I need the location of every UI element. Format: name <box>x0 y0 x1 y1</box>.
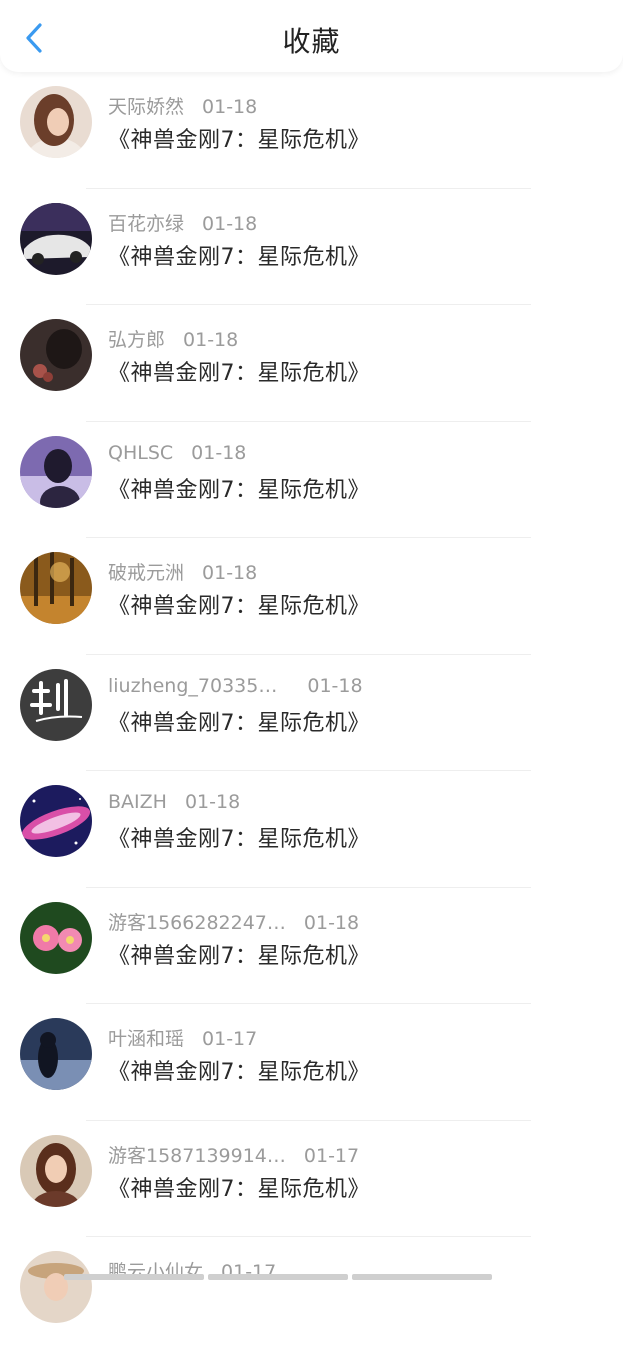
username[interactable]: 叶涵和瑶 <box>108 1028 184 1050</box>
date: 01-18 <box>184 791 241 813</box>
username[interactable]: liuzheng_70335… <box>108 675 277 697</box>
username[interactable]: 破戒元洲 <box>108 562 184 584</box>
avatar[interactable] <box>20 202 92 275</box>
item-meta: 百花亦绿 01-18 <box>108 209 257 236</box>
movie-title[interactable]: 《神兽金刚7：星际危机》 <box>108 355 370 387</box>
page-title: 收藏 <box>282 25 341 58</box>
date: 01-18 <box>202 562 258 584</box>
top-bar: 收藏 <box>0 0 623 72</box>
list-item[interactable]: liuzheng_70335… 01-18 《神兽金刚7：星际危机》 <box>0 655 623 771</box>
date: 01-18 <box>191 441 247 464</box>
username[interactable]: 游客1566282247… <box>108 912 286 934</box>
indicator-segment <box>64 1274 204 1280</box>
item-meta: 游客1566282247… 01-18 <box>108 908 359 935</box>
item-meta: 叶涵和瑶 01-17 <box>108 1024 257 1051</box>
movie-title[interactable]: 《神兽金刚7：星际危机》 <box>108 705 370 737</box>
item-meta: QHLSC 01-18 <box>108 442 246 464</box>
list-item[interactable]: QHLSC 01-18 《神兽金刚7：星际危机》 <box>0 422 623 538</box>
list-item[interactable]: 鹏云小仙女 01-17 <box>0 1237 623 1354</box>
item-meta: BAIZH 01-18 <box>108 791 240 813</box>
username[interactable]: 弘方郎 <box>108 329 165 351</box>
item-meta: 天际娇然 01-18 <box>108 92 257 119</box>
date: 01-17 <box>303 1144 360 1167</box>
item-meta: liuzheng_70335… 01-18 <box>108 675 363 697</box>
username[interactable]: QHLSC <box>108 442 173 464</box>
list-item[interactable]: 弘方郎 01-18 《神兽金刚7：星际危机》 <box>0 305 623 422</box>
date: 01-18 <box>307 674 363 697</box>
avatar[interactable] <box>20 785 92 857</box>
avatar[interactable] <box>20 1018 92 1090</box>
avatar[interactable] <box>20 319 92 391</box>
date: 01-18 <box>202 96 258 118</box>
username[interactable]: 天际娇然 <box>108 96 184 118</box>
list-item[interactable]: 游客1587139914… 01-17 《神兽金刚7：星际危机》 <box>0 1121 623 1237</box>
movie-title[interactable]: 《神兽金刚7：星际危机》 <box>108 588 370 620</box>
date: 01-18 <box>183 329 239 351</box>
list-item[interactable]: 破戒元洲 01-18 《神兽金刚7：星际危机》 <box>0 538 623 655</box>
item-meta: 游客1587139914… 01-17 <box>108 1141 359 1168</box>
item-meta: 弘方郎 01-18 <box>108 325 238 352</box>
date: 01-18 <box>303 911 360 934</box>
movie-title[interactable]: 《神兽金刚7：星际危机》 <box>108 938 370 970</box>
date: 01-18 <box>202 212 258 235</box>
avatar[interactable] <box>20 552 92 624</box>
favorites-list: 天际娇然 01-18 《神兽金刚7：星际危机》 百花亦绿 01-18 《神兽金刚7：… <box>0 72 623 1354</box>
list-item[interactable]: BAIZH 01-18 《神兽金刚7：星际危机》 <box>0 771 623 888</box>
avatar[interactable] <box>20 435 92 508</box>
movie-title[interactable]: 《神兽金刚7：星际危机》 <box>108 122 370 154</box>
list-item[interactable]: 叶涵和瑶 01-17 《神兽金刚7：星际危机》 <box>0 1004 623 1121</box>
item-meta: 破戒元洲 01-18 <box>108 558 257 585</box>
username[interactable]: 百花亦绿 <box>108 213 184 235</box>
avatar[interactable] <box>20 901 92 974</box>
indicator-segment <box>352 1274 492 1280</box>
list-item[interactable]: 百花亦绿 01-18 《神兽金刚7：星际危机》 <box>0 189 623 305</box>
list-item[interactable]: 游客1566282247… 01-18 《神兽金刚7：星际危机》 <box>0 888 623 1004</box>
movie-title[interactable]: 《神兽金刚7：星际危机》 <box>108 239 370 271</box>
movie-title[interactable]: 《神兽金刚7：星际危机》 <box>108 821 370 853</box>
avatar[interactable] <box>20 86 92 158</box>
movie-title[interactable]: 《神兽金刚7：星际危机》 <box>108 1054 370 1086</box>
indicator-segment <box>208 1274 348 1280</box>
avatar[interactable] <box>20 1251 92 1323</box>
avatar[interactable] <box>20 1134 92 1207</box>
date: 01-17 <box>202 1028 258 1050</box>
movie-title[interactable]: 《神兽金刚7：星际危机》 <box>108 472 370 504</box>
bottom-scroll-indicator <box>0 1274 623 1280</box>
avatar[interactable] <box>20 668 92 741</box>
username[interactable]: 游客1587139914… <box>108 1145 286 1167</box>
list-item[interactable]: 天际娇然 01-18 《神兽金刚7：星际危机》 <box>0 72 623 189</box>
username[interactable]: BAIZH <box>108 791 167 813</box>
movie-title[interactable]: 《神兽金刚7：星际危机》 <box>108 1171 370 1203</box>
